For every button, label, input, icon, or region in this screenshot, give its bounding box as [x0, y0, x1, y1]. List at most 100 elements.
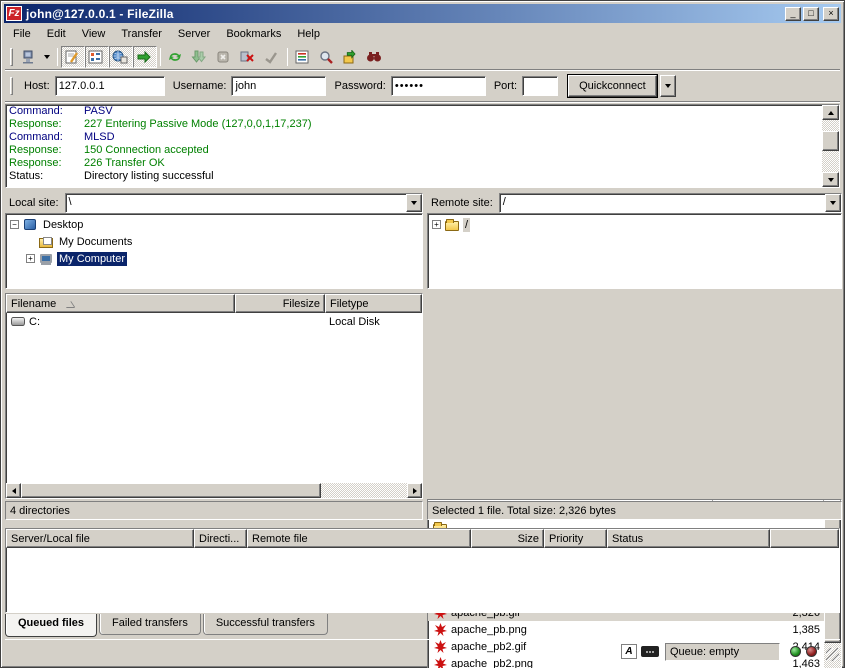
log-text: 150 Connection accepted	[84, 144, 209, 157]
column-header-lastmodified[interactable]: L	[422, 294, 423, 313]
quickconnect-button[interactable]: Quickconnect	[568, 75, 657, 97]
scroll-thumb[interactable]	[822, 131, 839, 151]
scroll-right-button[interactable]	[407, 483, 422, 498]
menu-help[interactable]: Help	[289, 26, 328, 42]
tree-item-my-documents[interactable]: My Documents	[6, 233, 422, 250]
disk-drive-icon	[10, 315, 26, 329]
local-site-path: \	[66, 194, 406, 212]
log-scrollbar[interactable]	[822, 105, 839, 187]
cancel-icon	[215, 50, 231, 64]
quickbar-grip[interactable]	[10, 77, 13, 95]
column-header-direction[interactable]: Directi...	[194, 529, 247, 548]
send-indicator-led	[806, 646, 817, 657]
directory-listing-filters-button[interactable]	[291, 46, 315, 68]
speed-limit-icon[interactable]	[641, 646, 659, 657]
process-queue-button[interactable]	[188, 46, 212, 68]
tree-item-label: My Documents	[57, 235, 134, 249]
close-button[interactable]: ×	[823, 7, 839, 21]
scroll-down-button[interactable]	[822, 172, 839, 187]
password-input[interactable]	[391, 76, 486, 96]
menu-transfer[interactable]: Transfer	[113, 26, 170, 42]
menu-server[interactable]: Server	[170, 26, 218, 42]
folder-icon	[444, 218, 460, 232]
log-label: Response:	[9, 144, 84, 157]
file-row-apache-pb-png[interactable]: apache_pb.png 1,385	[428, 621, 841, 638]
local-site-label: Local site:	[5, 197, 65, 209]
disconnect-button[interactable]	[236, 46, 260, 68]
column-header-filetype[interactable]: Filetype	[325, 294, 422, 313]
menu-bookmarks[interactable]: Bookmarks	[218, 26, 289, 42]
reconnect-button[interactable]	[260, 46, 284, 68]
username-input[interactable]	[231, 76, 326, 96]
menu-file[interactable]: File	[5, 26, 39, 42]
toolbar-grip[interactable]	[10, 48, 13, 66]
refresh-button[interactable]	[164, 46, 188, 68]
my-computer-icon	[38, 252, 54, 266]
sort-ascending-icon	[66, 301, 74, 307]
toolbar-separator	[57, 48, 58, 66]
port-input[interactable]	[522, 76, 558, 96]
tree-item-root[interactable]: + /	[428, 216, 841, 233]
title-bar: Fz john@127.0.0.1 - FileZilla _ □ ×	[4, 4, 841, 23]
menu-edit[interactable]: Edit	[39, 26, 74, 42]
column-header-filesize[interactable]: Filesize	[235, 294, 325, 313]
site-manager-button[interactable]	[16, 46, 40, 68]
transfer-queue-icon	[136, 50, 152, 64]
app-icon[interactable]: Fz	[6, 6, 22, 21]
local-file-list: Filename Filesize Filetype L C: Local Di…	[5, 293, 423, 499]
tab-successful-transfers[interactable]: Successful transfers	[203, 614, 328, 635]
collapse-icon[interactable]: −	[10, 220, 19, 229]
scroll-left-button[interactable]	[6, 483, 21, 498]
window-title: john@127.0.0.1 - FileZilla	[26, 7, 174, 21]
tree-item-desktop[interactable]: − Desktop	[6, 216, 422, 233]
tab-queued-files[interactable]: Queued files	[5, 614, 97, 637]
log-text: MLSD	[84, 131, 115, 144]
toolbar	[5, 44, 840, 70]
file-list-row: Filename Filesize Filetype L C: Local Di…	[1, 293, 844, 499]
quickconnect-dropdown[interactable]	[660, 75, 676, 97]
column-header-remote-file[interactable]: Remote file	[247, 529, 471, 548]
column-header-status[interactable]: Status	[607, 529, 770, 548]
column-header-size[interactable]: Size	[471, 529, 544, 548]
resize-grip[interactable]	[826, 648, 839, 661]
host-label: Host:	[24, 80, 50, 92]
tab-failed-transfers[interactable]: Failed transfers	[99, 614, 201, 635]
directory-comparison-button[interactable]	[315, 46, 339, 68]
message-log: Command:PASV Response:227 Entering Passi…	[5, 104, 840, 188]
tree-item-my-computer[interactable]: + My Computer	[6, 250, 422, 267]
log-label: Command:	[9, 105, 84, 118]
my-documents-icon	[38, 235, 54, 249]
host-input[interactable]	[55, 76, 165, 96]
remote-site-combo[interactable]: /	[499, 193, 842, 213]
column-header-server-local-file[interactable]: Server/Local file	[6, 529, 194, 548]
local-list-hscrollbar[interactable]	[6, 483, 422, 498]
expand-icon[interactable]: +	[432, 220, 441, 229]
column-header-filename[interactable]: Filename	[6, 294, 235, 313]
toggle-message-log-button[interactable]	[61, 46, 85, 68]
expand-icon[interactable]: +	[26, 254, 35, 263]
minimize-button[interactable]: _	[785, 7, 801, 21]
file-row-c-drive[interactable]: C: Local Disk	[6, 313, 422, 330]
cancel-operation-button[interactable]	[212, 46, 236, 68]
log-label: Status:	[9, 170, 84, 183]
column-header-priority[interactable]: Priority	[544, 529, 607, 548]
maximize-button[interactable]: □	[803, 7, 819, 21]
remote-site-path: /	[500, 194, 825, 212]
local-site-combo[interactable]: \	[65, 193, 423, 213]
site-manager-icon	[19, 50, 35, 64]
menu-view[interactable]: View	[74, 26, 114, 42]
remote-site-combo-dropdown[interactable]	[825, 194, 841, 212]
transfer-type-icon[interactable]: A	[621, 644, 637, 659]
scroll-thumb[interactable]	[21, 483, 321, 498]
site-manager-dropdown[interactable]	[40, 46, 54, 68]
log-label: Command:	[9, 131, 84, 144]
scroll-up-button[interactable]	[822, 105, 839, 120]
quickconnect-bar: Host: Username: Password: Port: Quickcon…	[5, 71, 840, 102]
toggle-transfer-queue-button[interactable]	[133, 46, 157, 68]
toggle-local-tree-button[interactable]	[85, 46, 109, 68]
local-site-combo-dropdown[interactable]	[406, 194, 422, 212]
log-label: Response:	[9, 157, 84, 170]
synchronized-browsing-button[interactable]	[339, 46, 363, 68]
find-files-button[interactable]	[363, 46, 387, 68]
toggle-remote-tree-button[interactable]	[109, 46, 133, 68]
